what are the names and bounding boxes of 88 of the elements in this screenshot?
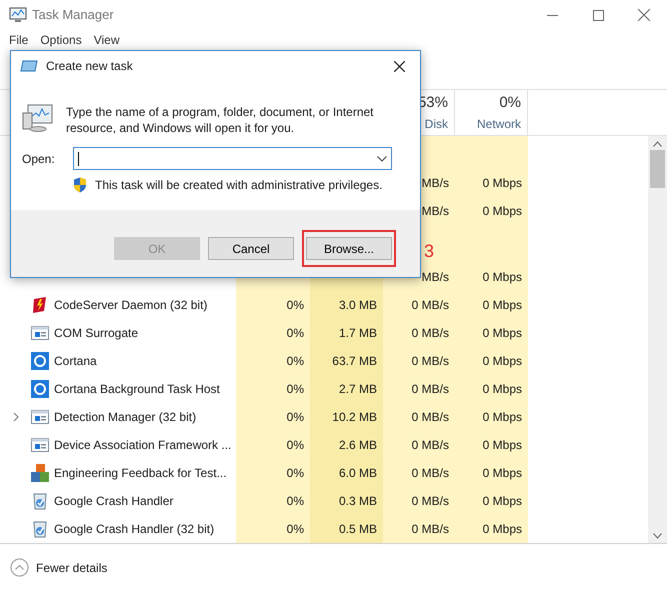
table-cell: 0% — [236, 375, 310, 403]
open-combobox[interactable] — [73, 147, 392, 170]
window-icon — [31, 409, 49, 425]
table-cell: 0.5 MB — [310, 515, 383, 543]
maximize-icon — [592, 10, 604, 20]
table-cell: 0% — [236, 431, 310, 459]
flame-icon — [31, 296, 49, 314]
process-name: CodeServer Daemon (32 bit) — [54, 297, 208, 314]
table-cell: 0% — [236, 515, 310, 543]
crash-handler-icon — [31, 520, 49, 538]
process-name: Detection Manager (32 bit) — [54, 409, 196, 426]
table-cell: 0 Mbps — [455, 403, 528, 431]
menu-item[interactable]: File — [9, 31, 28, 49]
table-cell: 0 MB/s — [383, 319, 455, 347]
scroll-down-icon[interactable] — [653, 533, 662, 539]
process-name: COM Surrogate — [54, 325, 138, 342]
window-icon — [31, 325, 49, 341]
scroll-up-icon[interactable] — [653, 141, 662, 147]
table-cell: 0.3 MB — [310, 487, 383, 515]
dialog-button[interactable]: Browse... — [306, 237, 392, 260]
table-cell: 0 Mbps — [455, 319, 528, 347]
process-name: Cortana Background Task Host — [54, 381, 220, 398]
dialog-message: Type the name of a program, folder, document, or Internet resource, and Windows will open it for you. — [66, 104, 375, 136]
column-header[interactable]: Disk — [424, 114, 448, 132]
circle-icon — [31, 380, 49, 398]
table-cell: 0 Mbps — [455, 375, 528, 403]
table-cell: 2.7 MB — [310, 375, 383, 403]
table-cell: 3.0 MB — [310, 291, 383, 319]
process-name: Google Crash Handler (32 bit) — [54, 521, 214, 538]
table-cell: 0 Mbps — [455, 515, 528, 543]
computer-icon — [22, 103, 54, 133]
table-cell: 0 MB/s — [383, 459, 455, 487]
table-cell: 0% — [236, 319, 310, 347]
table-cell: 63.7 MB — [310, 347, 383, 375]
table-cell: 0% — [236, 459, 310, 487]
table-cell: 0% — [236, 347, 310, 375]
table-cell: 0 Mbps — [455, 169, 528, 197]
table-cell: 0% — [236, 403, 310, 431]
table-cell: 2.6 MB — [310, 431, 383, 459]
monitor-icon — [9, 7, 27, 23]
blocks-icon — [31, 464, 49, 482]
table-cell: 0 MB/s — [383, 403, 455, 431]
chevron-up-icon — [10, 558, 29, 577]
table-cell: 0 MB/s — [383, 291, 455, 319]
crash-handler-icon — [31, 492, 49, 510]
table-cell: 0% — [236, 487, 310, 515]
table-cell: 0 MB/s — [383, 431, 455, 459]
table-cell: 0 Mbps — [455, 347, 528, 375]
circle-icon — [31, 352, 49, 370]
process-name: Google Crash Handler — [54, 493, 174, 510]
table-cell: 0 MB/s — [383, 347, 455, 375]
shield-icon — [73, 177, 87, 193]
dialog-button[interactable]: Cancel — [208, 237, 294, 260]
table-cell: 0 MB/s — [383, 487, 455, 515]
expand-chevron-icon[interactable] — [12, 412, 18, 422]
column-percent: 0% — [499, 93, 521, 113]
minimize-icon — [546, 14, 558, 16]
table-cell: 0 Mbps — [455, 459, 528, 487]
fewer-details-button[interactable]: Fewer details — [10, 558, 108, 577]
table-cell: 10.2 MB — [310, 403, 383, 431]
table-cell: 0 Mbps — [455, 291, 528, 319]
close-icon — [394, 60, 404, 72]
dropdown-chevron-icon[interactable] — [377, 156, 387, 162]
menu-item[interactable]: View — [94, 31, 120, 49]
dialog-title: Create new task — [46, 58, 133, 75]
table-cell: 0 Mbps — [455, 263, 528, 291]
table-cell: 0 MB/s — [383, 375, 455, 403]
window-title: Task Manager — [32, 6, 114, 24]
scrollbar[interactable] — [648, 136, 667, 543]
table-cell: 6.0 MB — [310, 459, 383, 487]
step-number: 3 — [424, 240, 434, 263]
menu-item[interactable]: Options — [40, 31, 82, 49]
column-header[interactable]: Network — [476, 114, 521, 132]
table-cell: 0 Mbps — [455, 197, 528, 225]
process-name: Cortana — [54, 353, 97, 370]
table-cell: 0 Mbps — [455, 487, 528, 515]
close-icon — [638, 9, 650, 21]
admin-note: This task will be created with administrative privileges. — [95, 177, 382, 194]
table-cell: 0 Mbps — [455, 431, 528, 459]
window-icon — [31, 437, 49, 453]
process-name: Device Association Framework ... — [54, 437, 232, 454]
table-cell: 0% — [236, 291, 310, 319]
table-cell: 1.7 MB — [310, 319, 383, 347]
run-icon — [20, 60, 38, 72]
scroll-thumb[interactable] — [650, 150, 665, 188]
process-name: Engineering Feedback for Test... — [54, 465, 227, 482]
table-cell: 0 MB/s — [383, 515, 455, 543]
open-label: Open: — [22, 150, 56, 168]
